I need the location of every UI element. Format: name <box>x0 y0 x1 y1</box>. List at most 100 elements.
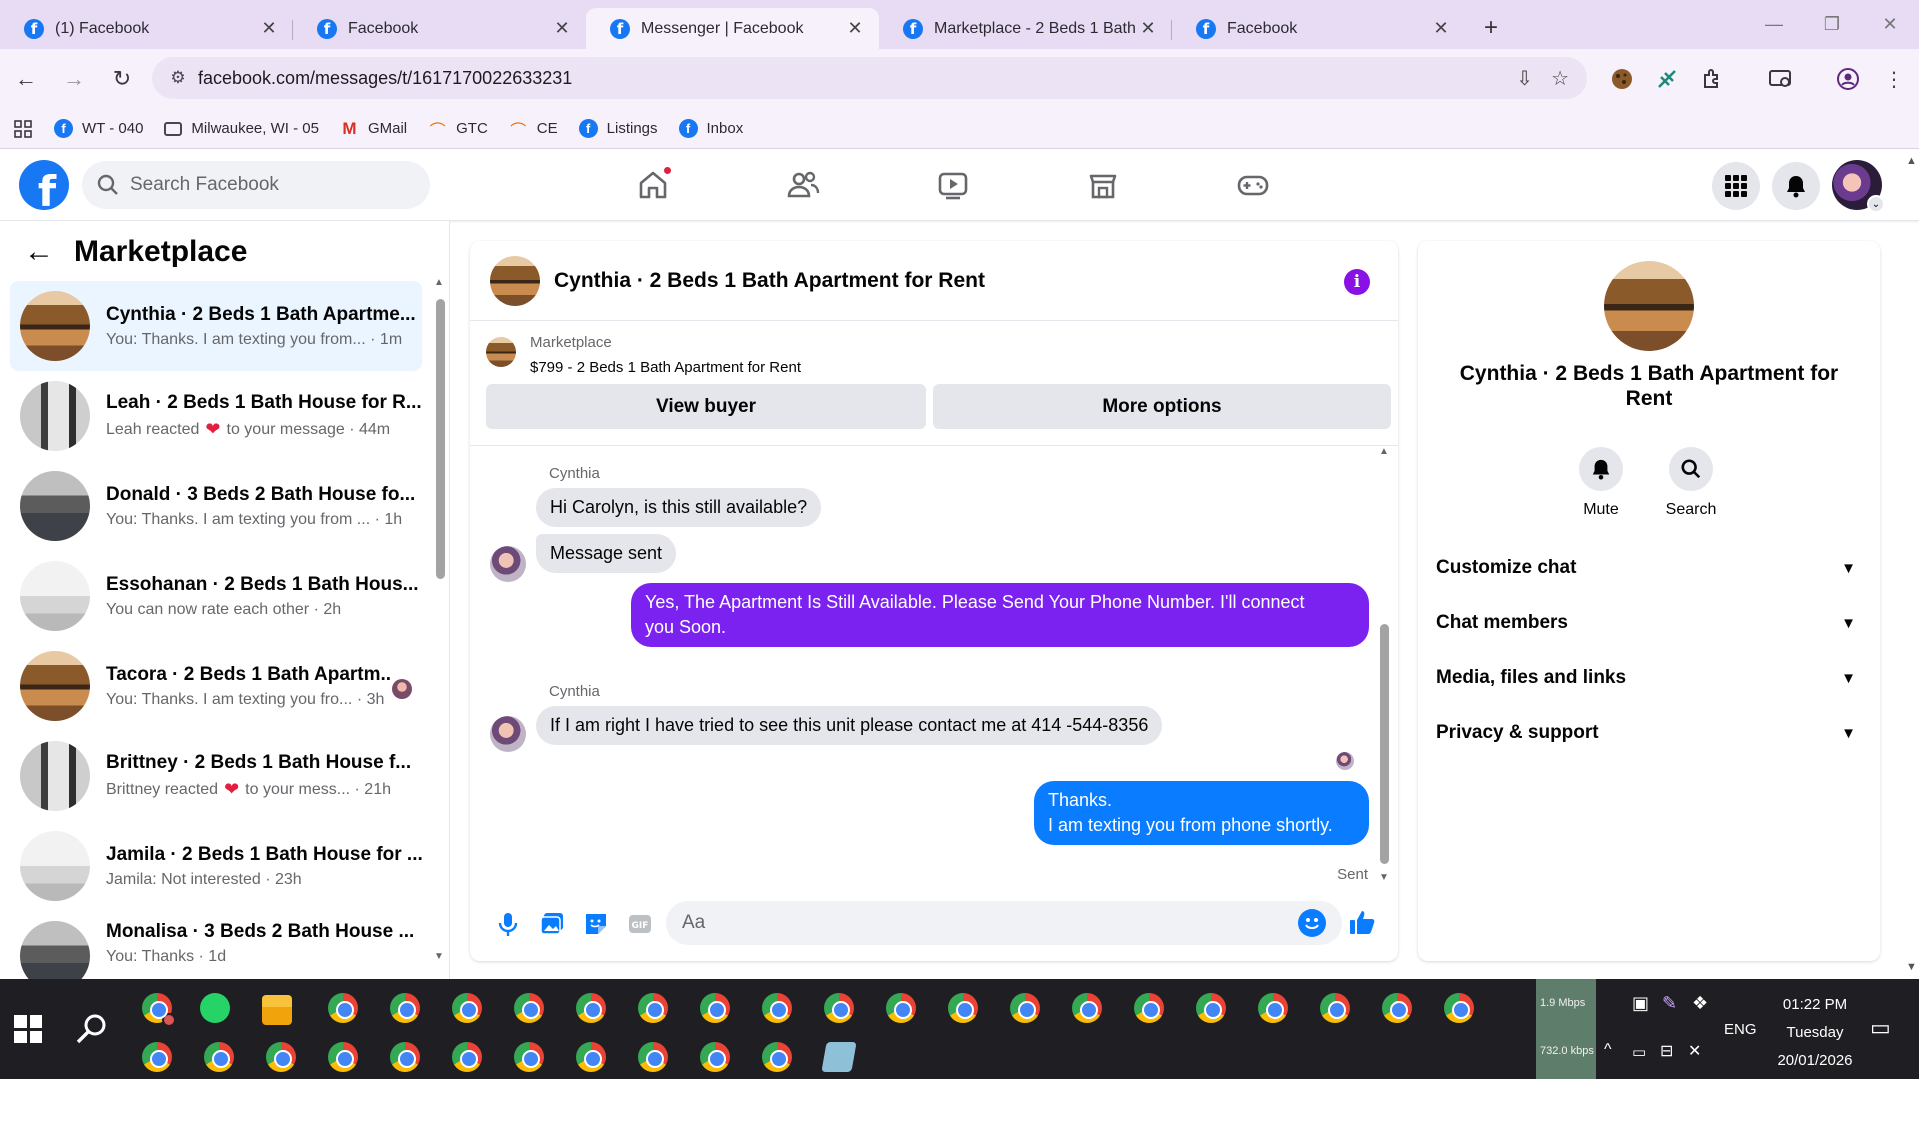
conversation-item-leah[interactable]: Leah · 2 Beds 1 Bath House for R... Leah… <box>10 371 422 461</box>
incoming-message[interactable]: Message sent <box>536 534 677 573</box>
facebook-logo-icon[interactable]: f <box>19 160 69 210</box>
restore-icon[interactable]: ❐ <box>1803 0 1861 49</box>
profile-avatar[interactable]: ⌄ <box>1832 160 1885 213</box>
voice-clip-button[interactable] <box>486 902 530 946</box>
chrome-icon[interactable] <box>266 1042 296 1072</box>
bookmark-gtc[interactable]: ⌒ GTC <box>428 119 488 140</box>
chrome-icon[interactable] <box>638 1042 668 1072</box>
conversation-avatar[interactable] <box>1604 261 1694 351</box>
bookmark-gmail[interactable]: M GMail <box>340 119 407 138</box>
chrome-icon[interactable] <box>576 1042 606 1072</box>
message-input[interactable]: Aa <box>666 901 1342 945</box>
browser-menu-icon[interactable]: ⋮ <box>1884 49 1904 109</box>
sidebar-scrollbar[interactable]: ▲ ▼ <box>434 277 445 962</box>
chrome-icon[interactable] <box>452 1042 482 1072</box>
outgoing-message[interactable]: Thanks. I am texting you from phone shor… <box>1034 781 1369 845</box>
nav-marketplace[interactable] <box>1028 149 1178 221</box>
send-like-button[interactable] <box>1340 900 1384 944</box>
scrollbar-thumb[interactable] <box>436 299 445 579</box>
chrome-icon[interactable] <box>204 1042 234 1072</box>
page-scrollbar[interactable]: ▲ ▼ <box>1903 149 1919 979</box>
browser-tab-2[interactable]: f Facebook ✕ <box>293 8 586 49</box>
battery-icon[interactable]: ▭ <box>1632 1043 1646 1143</box>
conversation-item-donald[interactable]: Donald · 3 Beds 2 Bath House fo... You: … <box>10 461 422 551</box>
notification-center-icon[interactable]: ▭ <box>1870 1015 1891 1115</box>
extensions-puzzle-icon[interactable] <box>1700 49 1724 109</box>
scroll-down-icon[interactable]: ▼ <box>1906 961 1917 973</box>
minimize-icon[interactable]: — <box>1745 0 1803 49</box>
sender-avatar[interactable] <box>490 546 526 582</box>
chrome-icon[interactable] <box>576 993 606 1023</box>
nav-home[interactable] <box>578 149 728 221</box>
bookmark-ce[interactable]: ⌒ CE <box>509 119 557 140</box>
network-icon[interactable]: ⊟ <box>1660 1041 1673 1141</box>
apps-grid-icon[interactable] <box>14 119 32 138</box>
browser-tab-1[interactable]: f (1) Facebook ✕ <box>0 8 293 49</box>
chrome-icon[interactable] <box>886 993 916 1023</box>
chrome-icon[interactable] <box>1444 993 1474 1023</box>
chrome-icon[interactable] <box>700 993 730 1023</box>
sender-avatar[interactable] <box>490 716 526 752</box>
chrome-icon[interactable] <box>452 993 482 1023</box>
notifications-button[interactable] <box>1772 162 1820 210</box>
search-in-conversation-button[interactable]: Search <box>1646 447 1736 519</box>
scroll-up-icon[interactable]: ▲ <box>1906 155 1917 167</box>
chrome-icon[interactable] <box>1196 993 1226 1023</box>
compressed-folder-icon[interactable] <box>821 1042 857 1072</box>
chrome-icon[interactable] <box>328 1042 358 1072</box>
more-options-button[interactable]: More options <box>933 384 1391 429</box>
cookie-extension-icon[interactable] <box>1610 49 1634 109</box>
language-indicator[interactable]: ENG <box>1724 1021 1757 1121</box>
chrome-icon[interactable] <box>700 1042 730 1072</box>
chrome-icon[interactable] <box>948 993 978 1023</box>
scrollbar-thumb[interactable] <box>1380 624 1389 864</box>
close-tab-icon[interactable]: ✕ <box>1138 18 1158 39</box>
info-icon[interactable]: i <box>1344 269 1370 295</box>
scroll-up-icon[interactable]: ▲ <box>434 277 444 288</box>
conversation-item-cynthia[interactable]: Cynthia · 2 Beds 1 Bath Apartme... You: … <box>10 281 422 371</box>
incoming-message[interactable]: Hi Carolyn, is this still available? <box>536 488 822 527</box>
chrome-icon[interactable] <box>1072 993 1102 1023</box>
reload-icon[interactable]: ↻ <box>100 57 144 101</box>
facebook-search-input[interactable]: Search Facebook <box>82 161 430 209</box>
scroll-up-icon[interactable]: ▲ <box>1379 446 1389 457</box>
new-tab-button[interactable]: + <box>1473 10 1509 46</box>
install-app-icon[interactable]: ⇩ <box>1516 66 1533 91</box>
conversation-item-essohanan[interactable]: Essohanan · 2 Beds 1 Bath Hous... You ca… <box>10 551 422 641</box>
profile-icon[interactable] <box>1836 49 1860 109</box>
whatsapp-icon[interactable] <box>200 993 230 1023</box>
omnibox[interactable]: ⚙ facebook.com/messages/t/16171700226332… <box>152 57 1587 99</box>
nav-video[interactable] <box>878 149 1028 221</box>
conversation-item-monalisa[interactable]: Monalisa · 3 Beds 2 Bath House ... You: … <box>10 911 422 981</box>
conversation-item-brittney[interactable]: Brittney · 2 Beds 1 Bath House f... Brit… <box>10 731 422 821</box>
close-window-icon[interactable]: ✕ <box>1861 0 1919 49</box>
volume-muted-icon[interactable]: ✕ <box>1688 1041 1701 1141</box>
windows-start-icon[interactable] <box>14 1015 42 1043</box>
bookmark-listings[interactable]: f Listings <box>578 119 658 138</box>
taskbar-search-icon[interactable] <box>72 1009 112 1049</box>
tab-search-icon[interactable] <box>1768 49 1794 109</box>
close-tab-icon[interactable]: ✕ <box>552 18 572 39</box>
chrome-icon[interactable] <box>1382 993 1412 1023</box>
bookmark-inbox[interactable]: f Inbox <box>678 119 743 138</box>
incoming-message[interactable]: If I am right I have tried to see this u… <box>536 706 1163 745</box>
gif-button[interactable]: GIF <box>618 902 662 946</box>
system-clock[interactable]: 01:22 PM Tuesday 20/01/2026 <box>1760 991 1870 1075</box>
privacy-support-section[interactable]: Privacy & support ▼ <box>1436 713 1862 753</box>
sticker-button[interactable] <box>574 902 618 946</box>
chat-members-section[interactable]: Chat members ▼ <box>1436 603 1862 643</box>
nav-friends[interactable] <box>728 149 878 221</box>
mute-button[interactable]: Mute <box>1556 447 1646 519</box>
chrome-icon[interactable] <box>142 1042 172 1072</box>
chrome-icon[interactable] <box>762 1042 792 1072</box>
back-arrow-icon[interactable]: ← <box>24 235 54 269</box>
chrome-icon[interactable] <box>514 1042 544 1072</box>
chrome-icon[interactable] <box>762 993 792 1023</box>
url-text[interactable]: facebook.com/messages/t/1617170022633231 <box>198 68 572 89</box>
close-tab-icon[interactable]: ✕ <box>1431 18 1451 39</box>
back-icon[interactable]: ← <box>4 57 48 101</box>
chrome-icon[interactable] <box>328 993 358 1023</box>
browser-tab-3[interactable]: f Messenger | Facebook ✕ <box>586 8 879 49</box>
scroll-down-icon[interactable]: ▼ <box>434 951 444 962</box>
browser-tab-4[interactable]: f Marketplace - 2 Beds 1 Bath Ap ✕ <box>879 8 1172 49</box>
